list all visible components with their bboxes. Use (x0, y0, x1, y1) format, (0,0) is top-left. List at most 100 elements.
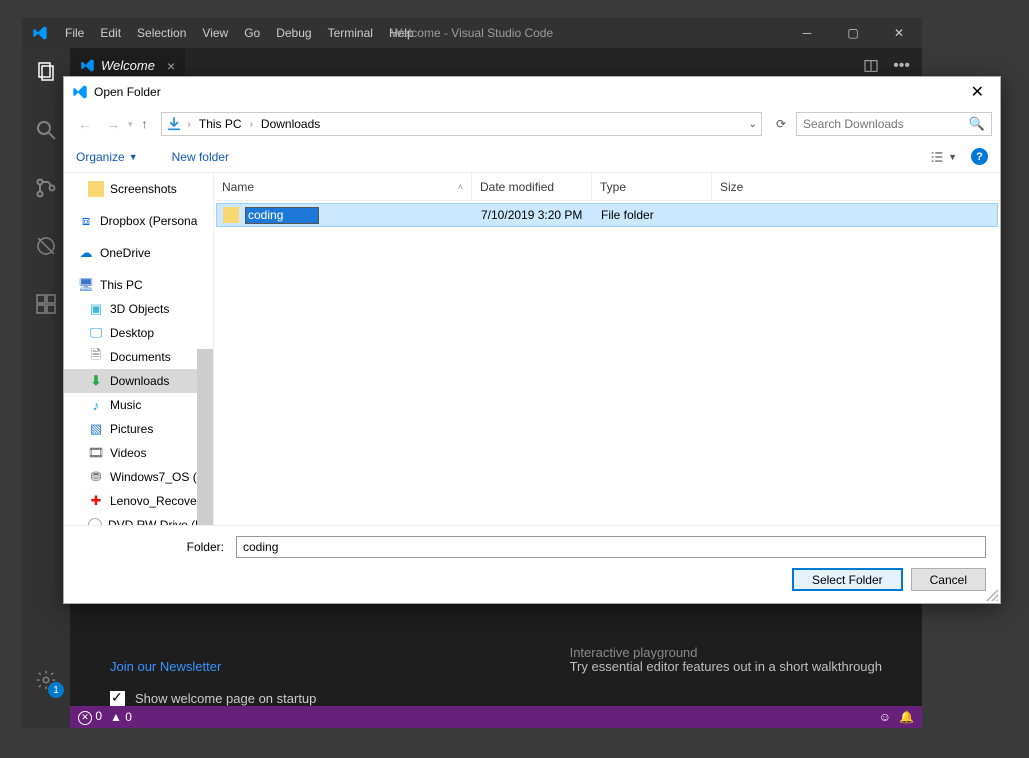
column-headers: Name˄ Date modified Type Size (214, 173, 1000, 201)
menu-go[interactable]: Go (236, 26, 268, 40)
status-errors[interactable]: ✕ 0 (78, 709, 102, 725)
tree-item-label: Pictures (110, 422, 153, 436)
refresh-button[interactable]: ⟳ (768, 112, 794, 136)
tree-item[interactable]: ♪Music (64, 393, 213, 417)
breadcrumb-this-pc[interactable]: This PC (197, 117, 244, 131)
open-folder-dialog: Open Folder ✕ ← → ▾ ↑ › This PC › Downlo… (63, 76, 1001, 604)
menu-terminal[interactable]: Terminal (320, 26, 381, 40)
vscode-logo-icon (22, 25, 57, 41)
tree-item-label: 3D Objects (110, 302, 169, 316)
more-actions-icon[interactable]: ••• (893, 57, 910, 75)
select-folder-button[interactable]: Select Folder (792, 568, 903, 591)
change-view-button[interactable]: ▼ (929, 150, 957, 164)
help-button[interactable]: ? (971, 148, 988, 165)
folder-tree[interactable]: Screenshots ⧈Dropbox (Persona ☁OneDrive 🖥Th… (64, 173, 214, 525)
file-type: File folder (595, 208, 715, 222)
notifications-icon[interactable]: 🔔 (899, 710, 914, 724)
column-type[interactable]: Type (592, 173, 712, 200)
status-warnings[interactable]: ▲ 0 (110, 710, 132, 724)
tree-item[interactable]: 🎞Videos (64, 441, 213, 465)
downloads-location-icon (166, 116, 182, 132)
nav-forward-button[interactable]: → (100, 111, 126, 137)
tree-item-label: Documents (110, 350, 171, 364)
breadcrumb-sep-icon[interactable]: › (186, 119, 193, 130)
titlebar: File Edit Selection View Go Debug Termin… (22, 18, 922, 48)
tree-item-label: OneDrive (100, 246, 151, 260)
folder-icon (223, 207, 239, 223)
file-list-pane: Name˄ Date modified Type Size coding 7/10… (214, 173, 1000, 525)
file-row[interactable]: coding 7/10/2019 3:20 PMFile folder (216, 203, 998, 227)
settings-badge: 1 (48, 682, 64, 698)
sort-indicator-icon: ˄ (458, 182, 463, 192)
nav-up-button[interactable]: ↑ (135, 117, 155, 131)
tree-scrollbar-thumb[interactable] (197, 349, 213, 525)
breadcrumb-sep-icon[interactable]: › (248, 119, 255, 130)
breadcrumb-downloads[interactable]: Downloads (259, 117, 322, 131)
tree-item-label: Downloads (110, 374, 169, 388)
tree-item-label: Music (110, 398, 141, 412)
column-size[interactable]: Size (712, 173, 792, 200)
menu-bar: File Edit Selection View Go Debug Termin… (57, 26, 422, 40)
tree-item[interactable]: 🖥This PC (64, 273, 213, 297)
startup-label: Show welcome page on startup (135, 691, 316, 706)
tab-close-icon[interactable]: × (167, 58, 175, 74)
split-editor-icon[interactable] (863, 58, 879, 74)
walkthrough-desc: Try essential editor features out in a s… (570, 659, 882, 674)
walkthrough-card[interactable]: Interactive playground Try essential edi… (570, 645, 882, 674)
newsletter-link[interactable]: Join our Newsletter (110, 659, 221, 674)
minimize-button[interactable]: ─ (784, 18, 830, 48)
tree-item[interactable]: 🖵Desktop (64, 321, 213, 345)
search-box[interactable]: 🔍 (796, 112, 992, 136)
tree-item[interactable]: ▣3D Objects (64, 297, 213, 321)
recent-dropdown-icon[interactable]: ▾ (128, 119, 133, 130)
rename-input[interactable]: coding (245, 207, 319, 224)
file-date: 7/10/2019 3:20 PM (475, 208, 595, 222)
tree-item[interactable]: 🗎Documents (64, 345, 213, 369)
cancel-button[interactable]: Cancel (911, 568, 986, 591)
dialog-nav-bar: ← → ▾ ↑ › This PC › Downloads ⌄ ⟳ 🔍 (64, 107, 1000, 141)
startup-checkbox[interactable] (110, 691, 125, 706)
tree-item-label: Lenovo_Recover (110, 494, 201, 508)
tree-item[interactable]: ⬇Downloads (64, 369, 213, 393)
tree-item[interactable]: ✚Lenovo_Recover (64, 489, 213, 513)
dialog-close-button[interactable]: ✕ (963, 82, 992, 102)
maximize-button[interactable]: ▢ (830, 18, 876, 48)
new-folder-button[interactable]: New folder (172, 150, 229, 164)
dialog-titlebar: Open Folder ✕ (64, 77, 1000, 107)
tree-item[interactable]: DVD RW Drive (E (64, 513, 213, 525)
dialog-title: Open Folder (94, 85, 161, 99)
search-input[interactable] (803, 117, 969, 131)
resize-grip-icon[interactable] (986, 589, 998, 601)
column-date[interactable]: Date modified (472, 173, 592, 200)
tree-item[interactable]: ☁OneDrive (64, 241, 213, 265)
breadcrumb-bar[interactable]: › This PC › Downloads ⌄ (161, 112, 762, 136)
tree-item-label: Videos (110, 446, 146, 460)
menu-edit[interactable]: Edit (92, 26, 129, 40)
menu-selection[interactable]: Selection (129, 26, 194, 40)
menu-view[interactable]: View (194, 26, 236, 40)
vscode-dialog-icon (72, 84, 88, 100)
tree-item-label: DVD RW Drive (E (108, 518, 203, 525)
organize-button[interactable]: Organize ▼ (76, 150, 138, 164)
feedback-icon[interactable]: ☺ (879, 710, 891, 724)
tree-item[interactable]: ⛃Windows7_OS (C (64, 465, 213, 489)
tree-item[interactable]: ⧈Dropbox (Persona (64, 209, 213, 233)
tree-item-label: Screenshots (110, 182, 177, 196)
folder-field[interactable] (236, 536, 986, 558)
tree-item[interactable]: ▧Pictures (64, 417, 213, 441)
close-button[interactable]: ✕ (876, 18, 922, 48)
search-icon[interactable]: 🔍 (969, 116, 985, 132)
dialog-footer: Folder: Select Folder Cancel (64, 525, 1000, 603)
tree-item-label: Dropbox (Persona (100, 214, 197, 228)
column-name[interactable]: Name˄ (214, 173, 472, 200)
tree-item[interactable]: Screenshots (64, 177, 213, 201)
menu-file[interactable]: File (57, 26, 92, 40)
menu-debug[interactable]: Debug (268, 26, 319, 40)
menu-help[interactable]: Help (381, 26, 422, 40)
breadcrumb-expand-icon[interactable]: ⌄ (749, 119, 757, 130)
tree-item-label: Desktop (110, 326, 154, 340)
dialog-toolbar: Organize ▼ New folder ▼ ? (64, 141, 1000, 173)
folder-field-label: Folder: (78, 540, 228, 554)
nav-back-button[interactable]: ← (72, 111, 98, 137)
tree-item-label: This PC (100, 278, 143, 292)
